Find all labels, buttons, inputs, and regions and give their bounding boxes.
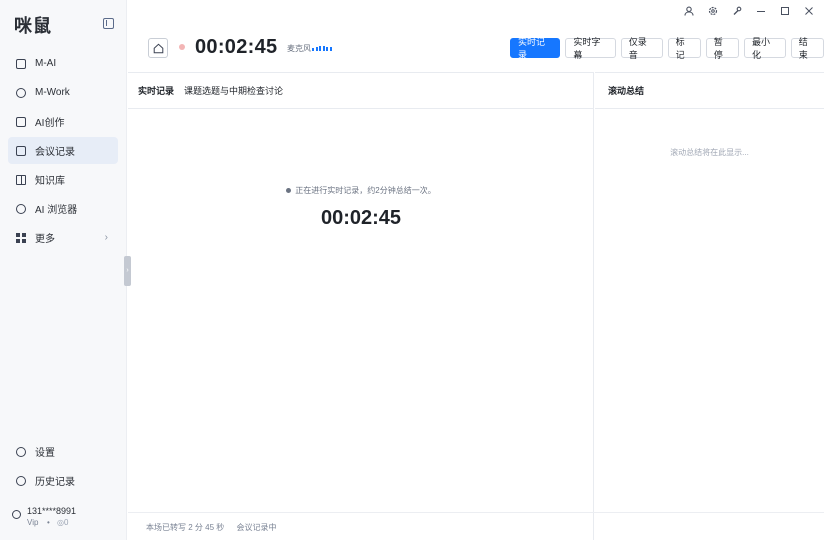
sidebar-item-more[interactable]: 更多 › <box>8 224 118 251</box>
toolbar-timer: 00:02:45 <box>195 36 278 58</box>
recording-state: 会议记录中 <box>236 523 277 532</box>
sidebar-item-meeting-notes[interactable]: 会议记录 <box>8 137 118 164</box>
sidebar-item-history[interactable]: 历史记录 <box>8 467 118 494</box>
flame-icon <box>16 87 26 98</box>
user-phone: 131****8991 <box>27 506 77 516</box>
sidebar-item-label: AI创作 <box>35 118 65 129</box>
status-dot-icon <box>286 188 292 194</box>
sidebar-item-label: 设置 <box>35 448 55 459</box>
toolbar-buttons: 实时记录 实时字幕 仅录音 标记 暂停 最小化 结束 <box>510 37 824 60</box>
minimize-button[interactable]: 最小化 <box>743 37 786 60</box>
pause-button[interactable]: 暂停 <box>705 37 739 60</box>
center-timer: 00:02:45 <box>320 207 402 229</box>
window-controls <box>684 6 814 16</box>
summary-panel: 滚动总结 滚动总结将在此显示... <box>595 72 824 540</box>
sidebar-item-label: 更多 <box>35 234 55 245</box>
book-icon <box>16 174 26 185</box>
sidebar-item-label: AI 浏览器 <box>35 205 78 216</box>
chevron-right-icon: › <box>104 232 108 243</box>
sidebar-item-knowledge-base[interactable]: 知识库 <box>8 166 118 193</box>
wrench-icon[interactable] <box>732 6 742 16</box>
clock-icon <box>16 475 26 486</box>
tab-realtime-record[interactable]: 实时记录 <box>138 84 174 97</box>
mark-button[interactable]: 标记 <box>667 37 701 60</box>
home-icon <box>153 43 164 54</box>
gear-icon <box>16 446 26 457</box>
summary-placeholder: 滚动总结将在此显示... <box>670 148 749 157</box>
footer-divider <box>128 512 824 513</box>
summary-header: 滚动总结 <box>595 73 824 109</box>
coin-value: 0 <box>63 518 69 527</box>
sidebar-item-label: M-Work <box>35 87 70 98</box>
sidebar-item-label: 会议记录 <box>35 147 75 158</box>
app-logo: 咪鼠 <box>14 16 52 37</box>
compass-icon <box>16 203 26 214</box>
sidebar-item-label: M-AI <box>35 58 57 69</box>
realtime-record-button[interactable]: 实时记录 <box>510 37 561 60</box>
edit-note-icon <box>16 145 26 156</box>
sidebar-item-settings[interactable]: 设置 <box>8 438 118 465</box>
transcript-panel: 实时记录 课题选题与中期检查讨论 正在进行实时记录，约2分钟总结一次。 00:0… <box>128 72 594 540</box>
sidebar-nav: M-AI M-Work AI创作 会议记录 知识库 AI 浏览器 更多 › <box>8 50 118 253</box>
sidebar-collapse-icon[interactable] <box>103 18 114 29</box>
gear-icon[interactable] <box>708 6 718 16</box>
audio-only-button[interactable]: 仅录音 <box>620 37 663 60</box>
end-button[interactable]: 结束 <box>790 37 824 60</box>
close-icon[interactable] <box>804 6 814 16</box>
sidebar: 咪鼠 M-AI M-Work AI创作 会议记录 知识库 AI 浏览器 更多 ›… <box>0 0 127 540</box>
summary-title: 滚动总结 <box>608 86 645 96</box>
grid-icon <box>16 232 26 243</box>
transcript-header: 实时记录 课题选题与中期检查讨论 <box>128 73 593 109</box>
sidebar-item-label: 历史记录 <box>35 477 75 488</box>
coin-count: ◎0 <box>57 518 69 527</box>
sidebar-item-m-ai[interactable]: M-AI <box>8 50 118 77</box>
meeting-title[interactable]: 课题选题与中期检查讨论 <box>184 84 283 97</box>
user-icon <box>12 510 21 519</box>
transcribed-duration: 本场已转写 2 分 45 秒 <box>146 523 225 532</box>
minimize-window-icon[interactable] <box>756 6 766 16</box>
user-icon[interactable] <box>684 6 694 16</box>
sidebar-item-m-work[interactable]: M-Work <box>8 79 118 106</box>
sidebar-item-ai-create[interactable]: AI创作 <box>8 108 118 135</box>
image-icon <box>16 116 26 127</box>
home-button[interactable] <box>148 38 168 58</box>
vip-badge: Vip <box>27 518 39 527</box>
separator-dot: • <box>47 518 50 527</box>
mic-level-icon <box>312 46 332 51</box>
mic-label: 麦克风 <box>287 44 311 53</box>
recording-status: 正在进行实时记录，约2分钟总结一次。 <box>128 185 594 196</box>
sidebar-item-label: 知识库 <box>35 176 65 187</box>
sidebar-item-ai-browser[interactable]: AI 浏览器 <box>8 195 118 222</box>
monitor-icon <box>16 58 26 69</box>
recording-indicator <box>179 44 185 50</box>
sidebar-bottom-nav: 设置 历史记录 <box>8 438 118 496</box>
realtime-subtitle-button[interactable]: 实时字幕 <box>565 37 616 60</box>
maximize-window-icon[interactable] <box>780 6 790 16</box>
status-text: 正在进行实时记录，约2分钟总结一次。 <box>295 186 436 195</box>
transcript-footer: 本场已转写 2 分 45 秒 会议记录中 <box>146 522 276 533</box>
